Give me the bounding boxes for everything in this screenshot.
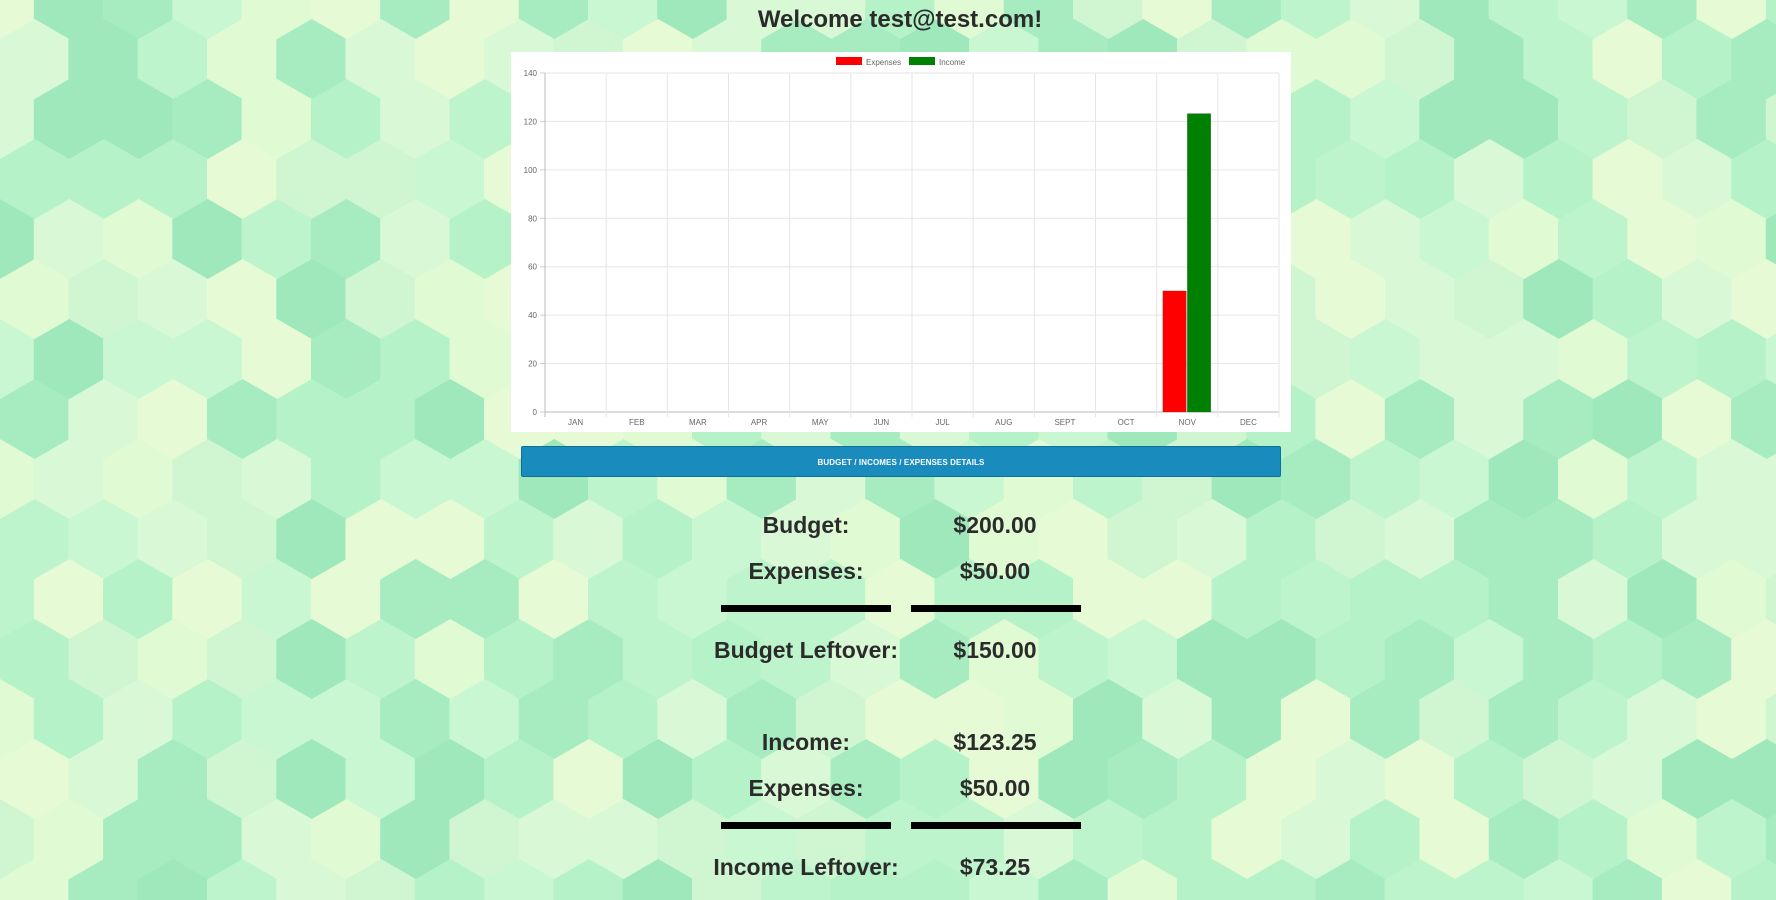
y-tick-label: 20 xyxy=(528,360,537,369)
legend-item-expenses[interactable]: Expenses xyxy=(836,57,901,67)
chart-legend: Expenses Income xyxy=(836,57,966,67)
legend-swatch xyxy=(909,57,935,65)
budget-value-divider xyxy=(911,605,1081,612)
income-expenses-label: Expenses: xyxy=(748,775,864,801)
budget-value: $200.00 xyxy=(953,512,1037,538)
income-value: $123.25 xyxy=(953,729,1037,755)
x-tick-label: JAN xyxy=(568,418,583,427)
income-leftover-value: $73.25 xyxy=(959,854,1031,880)
bar-expenses-nov[interactable] xyxy=(1162,290,1187,413)
x-tick-label: JUL xyxy=(935,418,950,427)
budget-expenses-value: $50.00 xyxy=(959,558,1031,584)
income-value-divider xyxy=(911,822,1081,829)
legend-item-income[interactable]: Income xyxy=(909,57,966,67)
legend-label: Expenses xyxy=(866,58,901,67)
x-tick-label: APR xyxy=(751,418,768,427)
legend-swatch xyxy=(836,57,862,65)
budget-label-divider xyxy=(721,605,891,612)
budget-label: Budget: xyxy=(762,512,850,538)
bar-chart: Expenses Income 0 20 40 60 80 100 120 140 JAN FEB MA… xyxy=(524,57,1280,427)
y-tick-label: 60 xyxy=(528,263,537,272)
x-tick-label: JUN xyxy=(874,418,890,427)
y-tick-label: 0 xyxy=(533,408,538,417)
x-tick-label: MAY xyxy=(812,418,829,427)
income-label: Income: xyxy=(761,729,851,755)
x-tick-label: NOV xyxy=(1179,418,1197,427)
monthly-bar-chart-card: Expenses Income 0 20 40 60 80 100 120 140 JAN FEB MA… xyxy=(511,52,1291,432)
y-tick-label: 120 xyxy=(524,117,538,126)
y-tick-label: 100 xyxy=(524,166,538,175)
income-leftover-label: Income Leftover: xyxy=(713,854,899,880)
budget-expenses-label: Expenses: xyxy=(748,558,864,584)
income-expenses-value: $50.00 xyxy=(959,775,1031,801)
income-label-divider xyxy=(721,822,891,829)
y-tick-label: 80 xyxy=(528,214,537,223)
y-tick-label: 140 xyxy=(524,69,538,78)
x-tick-label: MAR xyxy=(689,418,707,427)
x-tick-label: AUG xyxy=(995,418,1012,427)
x-tick-label: SEPT xyxy=(1054,418,1075,427)
x-tick-label: OCT xyxy=(1118,418,1135,427)
bar-income-nov[interactable] xyxy=(1187,113,1212,413)
chart-bars xyxy=(1162,113,1212,413)
budget-leftover-label: Budget Leftover: xyxy=(714,637,898,663)
y-tick-label: 40 xyxy=(528,311,537,320)
welcome-heading: Welcome test@test.com! xyxy=(757,6,1043,33)
budget-leftover-value: $150.00 xyxy=(953,637,1037,663)
details-button[interactable]: BUDGET / INCOMES / EXPENSES DETAILS xyxy=(521,446,1281,477)
legend-label: Income xyxy=(939,58,966,67)
x-tick-label: DEC xyxy=(1240,418,1257,427)
x-tick-label: FEB xyxy=(629,418,645,427)
